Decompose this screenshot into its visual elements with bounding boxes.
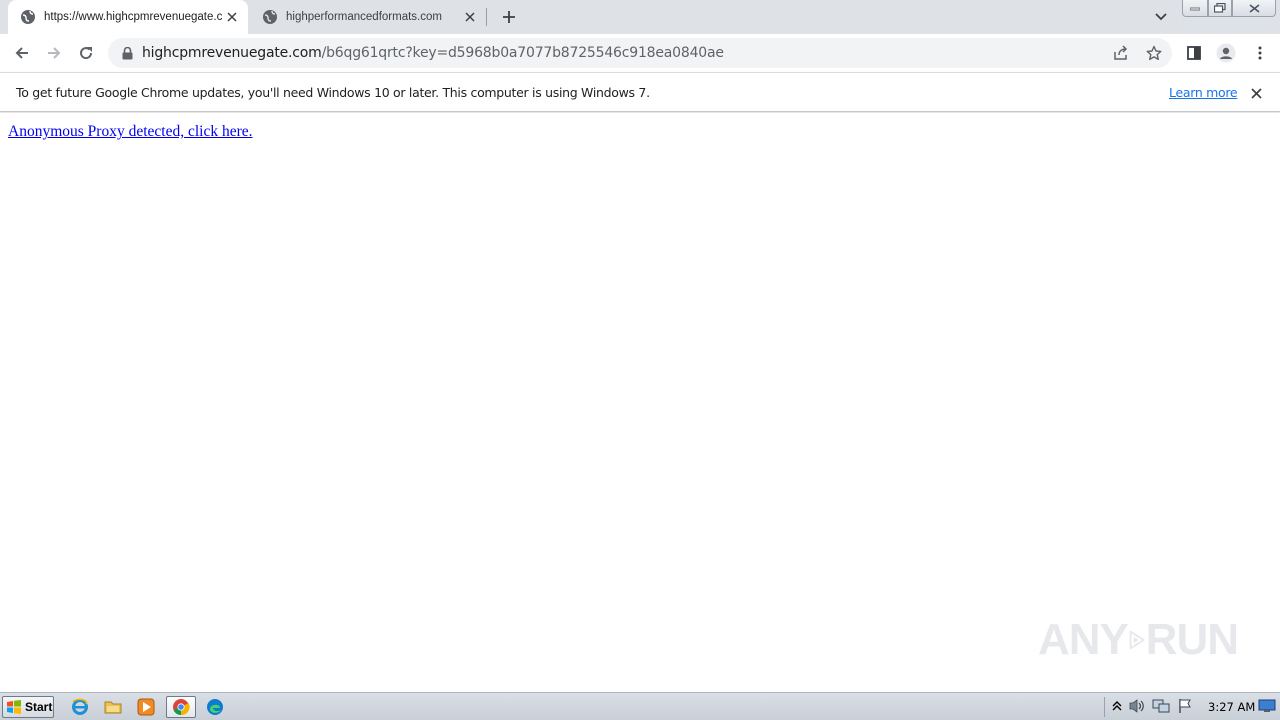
show-desktop-monitor-icon[interactable]: [1258, 697, 1276, 715]
url-path: /b6qg61qrtc?key=d5968b0a7077b8725546c918…: [321, 45, 724, 61]
tab-search-chevron-down-icon[interactable]: [1150, 6, 1172, 28]
window-controls: [1182, 0, 1278, 18]
new-tab-plus-icon[interactable]: [498, 6, 520, 28]
edge-icon[interactable]: [203, 696, 227, 718]
anyrun-watermark: ANY RUN: [1038, 608, 1239, 672]
windows-taskbar: Start 3:27 AM: [0, 692, 1280, 720]
page-content: Anonymous Proxy detected, click here.: [0, 113, 1280, 692]
bookmark-star-icon[interactable]: [1141, 38, 1167, 68]
watermark-text-right: RUN: [1145, 615, 1239, 664]
tab-highperformancedformats[interactable]: highperformancedformats.com: [250, 0, 486, 34]
chrome-icon[interactable]: [166, 696, 196, 718]
network-icon[interactable]: [1152, 697, 1170, 715]
share-icon[interactable]: [1108, 38, 1134, 68]
tab-highcpmrevenuegate[interactable]: https://www.highcpmrevenuegate.c: [8, 0, 248, 34]
tab-close-icon[interactable]: [460, 7, 480, 27]
play-logo-icon: [1129, 630, 1145, 650]
taskbar-clock[interactable]: 3:27 AM: [1208, 700, 1255, 714]
tab-title: https://www.highcpmrevenuegate.c: [44, 11, 222, 23]
speaker-volume-icon[interactable]: [1128, 697, 1146, 715]
globe-icon: [262, 9, 278, 25]
url-text: highcpmrevenuegate.com/b6qg61qrtc?key=d5…: [142, 45, 724, 61]
forward-button[interactable]: [39, 38, 69, 68]
profile-avatar-icon[interactable]: [1211, 38, 1241, 68]
reload-icon: [80, 47, 93, 60]
arrow-left-icon: [15, 47, 28, 59]
back-button[interactable]: [7, 38, 37, 68]
action-center-flag-icon[interactable]: [1176, 697, 1194, 715]
media-player-icon[interactable]: [134, 696, 158, 718]
lock-icon[interactable]: [120, 46, 134, 60]
internet-explorer-icon[interactable]: [68, 696, 92, 718]
infobar-message: To get future Google Chrome updates, you…: [16, 85, 650, 100]
update-infobar: To get future Google Chrome updates, you…: [0, 72, 1280, 112]
tab-separator: [486, 8, 487, 26]
start-label: Start: [25, 700, 53, 714]
show-hidden-icons-chevron-up-icon[interactable]: [1108, 697, 1126, 715]
tab-strip: https://www.highcpmrevenuegate.c highper…: [0, 0, 1280, 34]
url-host: highcpmrevenuegate.com: [142, 45, 322, 61]
start-button[interactable]: Start: [2, 696, 54, 718]
restore-button[interactable]: [1208, 0, 1232, 17]
tab-close-icon[interactable]: [222, 7, 242, 27]
folder-icon[interactable]: [101, 696, 125, 718]
globe-icon: [20, 9, 36, 25]
close-window-button[interactable]: [1232, 0, 1276, 17]
watermark-text-left: ANY: [1038, 615, 1129, 664]
address-bar[interactable]: highcpmrevenuegate.com/b6qg61qrtc?key=d5…: [108, 38, 1172, 68]
side-panel-icon[interactable]: [1179, 38, 1209, 68]
infobar-close-icon[interactable]: [1246, 83, 1266, 103]
reload-button[interactable]: [71, 38, 101, 68]
minimize-button[interactable]: [1182, 0, 1208, 17]
tab-title: highperformancedformats.com: [286, 11, 442, 23]
tray-separator: [1104, 697, 1105, 717]
proxy-detected-link[interactable]: Anonymous Proxy detected, click here.: [8, 123, 253, 141]
browser-toolbar: highcpmrevenuegate.com/b6qg61qrtc?key=d5…: [0, 34, 1280, 72]
arrow-right-icon: [48, 47, 61, 59]
learn-more-link[interactable]: Learn more: [1169, 85, 1238, 100]
kebab-menu-icon[interactable]: [1245, 38, 1275, 68]
windows-logo-icon: [7, 700, 21, 714]
